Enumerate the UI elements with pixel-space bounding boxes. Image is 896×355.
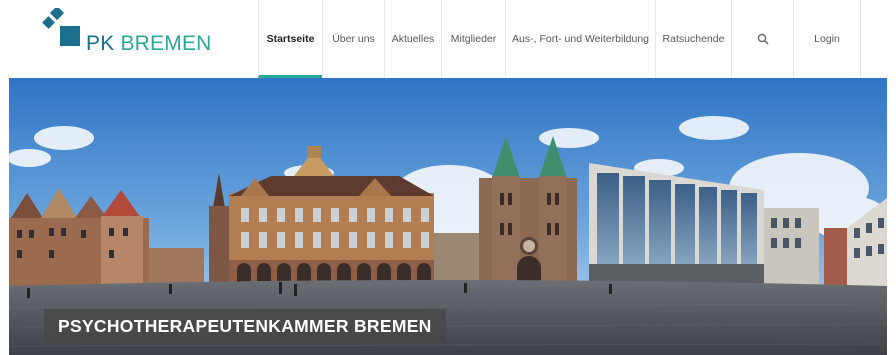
login-button[interactable]: Login [793, 0, 861, 78]
nav-item-startseite[interactable]: Startseite [258, 0, 322, 78]
nav-item-aktuelles[interactable]: Aktuelles [384, 0, 441, 78]
main-navigation: Startseite Über uns Aktuelles Mitglieder… [258, 0, 861, 78]
hero-caption: PSYCHOTHERAPEUTENKAMMER BREMEN [44, 309, 446, 344]
nav-item-mitglieder[interactable]: Mitglieder [441, 0, 505, 78]
hero-banner: PSYCHOTHERAPEUTENKAMMER BREMEN [9, 78, 887, 355]
logo-city: BREMEN [120, 32, 212, 55]
nav-item-ausbildung[interactable]: Aus-, Fort- und Weiterbildung [505, 0, 655, 78]
pk-bremen-logo[interactable]: PK BREMEN [42, 8, 212, 64]
logo-mark-icon [42, 8, 80, 46]
search-button[interactable] [731, 0, 793, 78]
nav-item-ueber-uns[interactable]: Über uns [322, 0, 384, 78]
site-header: PK BREMEN Startseite Über uns Aktuelles … [0, 0, 896, 78]
logo-wordmark: PK BREMEN [86, 32, 212, 56]
search-icon [757, 33, 769, 45]
nav-item-ratsuchende[interactable]: Ratsuchende [655, 0, 731, 78]
logo-pk: PK [86, 32, 115, 55]
